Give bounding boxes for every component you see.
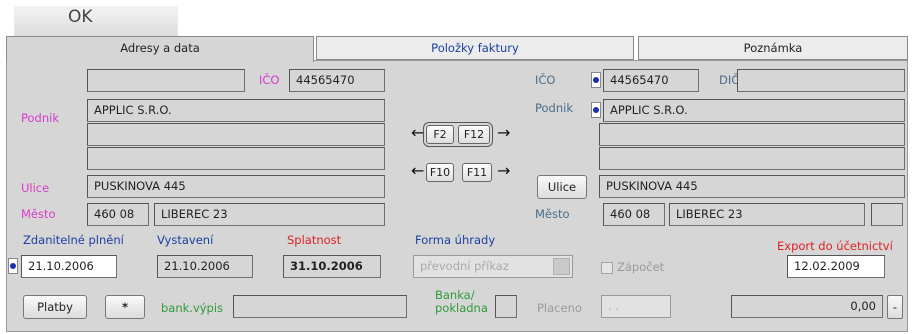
ulice-button[interactable]: Ulice [537, 175, 587, 199]
placeno-date-field[interactable]: . . [601, 295, 671, 318]
right-podnik-line2-field[interactable] [599, 123, 905, 146]
left-ulice-label: Ulice [21, 181, 50, 195]
tab-adresy-a-data[interactable]: Adresy a data [6, 36, 314, 62]
bank-vypis-field[interactable] [233, 295, 407, 318]
right-podnik-label: Podnik [535, 101, 574, 115]
left-mesto-field[interactable]: LIBEREC 23 [154, 203, 385, 226]
right-psc-field[interactable]: 460 08 [603, 203, 665, 226]
forma-uhrady-value: převodní příkaz [420, 259, 509, 273]
left-ico-label: IČO [259, 73, 280, 87]
arrow-right-icon: → [497, 161, 511, 180]
tab-poznamka[interactable]: Poznámka [638, 36, 908, 60]
f10-key-button[interactable]: F10 [426, 163, 454, 182]
placeno-label: Placeno [537, 301, 582, 315]
splatnost-label: Splatnost [287, 233, 342, 247]
arrow-left-icon: ← [411, 161, 425, 180]
ico-radio-icon[interactable] [591, 72, 601, 88]
left-podnik-line2-field[interactable] [87, 123, 385, 146]
vystaveni-field[interactable]: 21.10.2006 [157, 255, 253, 278]
banka-label-line2: pokladna [435, 301, 488, 315]
zapocet-checkbox[interactable] [601, 262, 613, 274]
vystaveni-label: Vystavení [157, 233, 214, 247]
zdanitelne-radio-icon[interactable] [8, 258, 18, 274]
minus-button[interactable]: - [887, 295, 903, 319]
right-ico-field[interactable]: 44565470 [603, 69, 699, 92]
amount-field[interactable]: 0,00 [731, 295, 883, 318]
zdanitelne-plneni-label: Zdanitelné plnění [23, 233, 124, 247]
forma-uhrady-select[interactable]: převodní příkaz [413, 255, 573, 278]
star-button[interactable]: * [105, 295, 145, 319]
splatnost-field[interactable]: 31.10.2006 [283, 255, 381, 278]
right-mesto-label: Město [535, 207, 570, 221]
f2-key-button[interactable]: F2 [426, 125, 454, 144]
ok-button[interactable]: OK [14, 6, 178, 40]
f11-key-button[interactable]: F11 [462, 163, 492, 182]
f12-key-button[interactable]: F12 [458, 125, 490, 144]
banka-label-line1: Banka/ [435, 288, 475, 302]
zdanitelne-plneni-field[interactable]: 21.10.2006 [21, 255, 117, 278]
podnik-radio-icon[interactable] [591, 102, 601, 118]
left-mesto-label: Město [21, 207, 56, 221]
banka-pokladna-label: Banka/ pokladna [435, 289, 488, 315]
right-podnik-field[interactable]: APPLIC S.R.O. [603, 99, 905, 122]
export-label: Export do účetnictví [777, 239, 893, 253]
left-psc-field[interactable]: 460 08 [87, 203, 149, 226]
address-panel: IČO 44565470 Podnik APPLIC S.R.O. Ulice … [6, 60, 908, 332]
dropdown-arrow-icon[interactable] [553, 258, 570, 275]
platby-button[interactable]: Platby [23, 295, 87, 319]
left-ulice-field[interactable]: PUSKINOVA 445 [87, 175, 385, 198]
right-podnik-line3-field[interactable] [599, 147, 905, 170]
left-top-field[interactable] [87, 69, 245, 92]
left-podnik-label: Podnik [21, 111, 60, 125]
arrow-right-icon: → [497, 123, 511, 142]
right-mesto-field[interactable]: LIBEREC 23 [669, 203, 865, 226]
tab-polozky-faktury[interactable]: Položky faktury [316, 36, 634, 60]
right-ico-label: IČO [535, 73, 556, 87]
right-dic-field[interactable] [737, 69, 905, 92]
right-ulice-field[interactable]: PUSKINOVA 445 [599, 175, 905, 198]
left-podnik-line3-field[interactable] [87, 147, 385, 170]
left-ico-field[interactable]: 44565470 [289, 69, 385, 92]
export-date-field[interactable]: 12.02.2009 [787, 255, 885, 278]
right-extra-field[interactable] [871, 203, 903, 226]
banka-pokladna-field[interactable] [495, 295, 517, 318]
bank-vypis-label: bank.výpis [161, 301, 224, 315]
left-podnik-field[interactable]: APPLIC S.R.O. [87, 99, 385, 122]
forma-uhrady-label: Forma úhrady [415, 233, 496, 247]
zapocet-label: Zápočet [617, 260, 665, 274]
